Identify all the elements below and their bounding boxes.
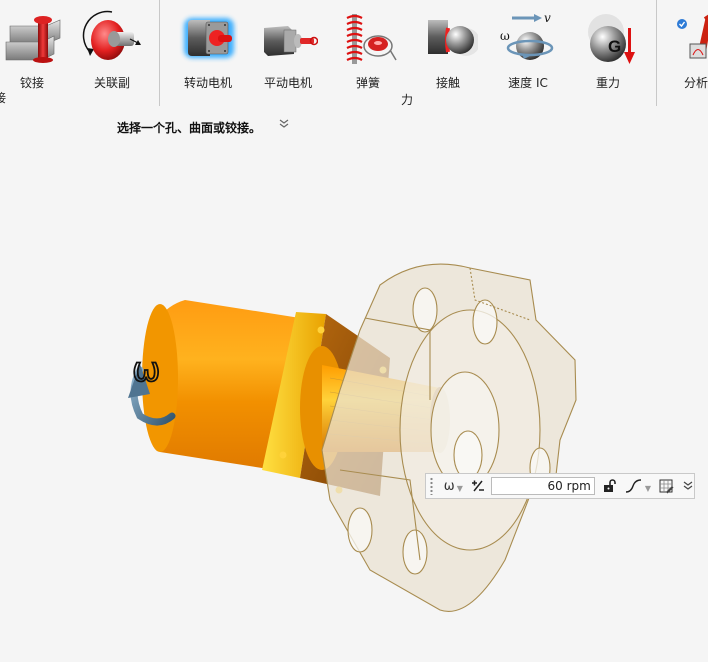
tool-label: 速度 IC (508, 76, 548, 90)
motor-mini-toolbar: ω ▼ ▼ (425, 473, 695, 499)
tool-label: 转动电机 (183, 76, 232, 90)
spring-icon (346, 14, 397, 64)
contact-icon (428, 20, 478, 56)
tool-label: 关联副 (93, 76, 130, 90)
caret-down-icon: ▼ (644, 483, 651, 493)
tool-pin-joint[interactable]: 铰接 (0, 0, 68, 100)
drag-handle[interactable] (430, 477, 436, 495)
check-badge-icon (677, 19, 687, 29)
group-separator (159, 0, 160, 106)
tool-initial-velocity[interactable]: v ω 速度 IC (492, 0, 564, 100)
tool-linear-motor[interactable]: 平动电机 (252, 0, 324, 100)
pin-joint-icon (5, 16, 61, 63)
tool-contact[interactable]: 接触 (412, 0, 484, 100)
tool-label: 重力 (595, 76, 620, 90)
tool-coupler[interactable]: 关联副 (76, 0, 148, 100)
ribbon-toolbar: 接 铰接 关联副 转动电机 平动电机 弹簧 力 接触 v ω 速度 IC G 重… (0, 0, 708, 110)
tool-label: 平动电机 (263, 76, 312, 90)
double-chevron-down-icon[interactable] (682, 480, 694, 492)
linear-motor-icon (264, 26, 318, 56)
reverse-direction-icon[interactable] (471, 479, 485, 493)
group-separator (656, 0, 657, 106)
svg-text:G: G (608, 37, 621, 56)
caret-down-icon[interactable]: ▼ (457, 484, 463, 493)
tool-gravity[interactable]: G 重力 (572, 0, 644, 100)
svg-text:v: v (544, 11, 551, 25)
omega-glyph: ω (132, 350, 160, 390)
tool-analysis[interactable]: 分析 (668, 0, 708, 100)
analysis-icon (677, 14, 708, 59)
table-edit-icon[interactable] (659, 479, 674, 494)
motor-type-dropdown[interactable]: ω (444, 479, 455, 494)
tool-label: 铰接 (19, 76, 44, 90)
flange-part[interactable] (321, 263, 577, 612)
coupler-icon (82, 10, 141, 60)
speed-input[interactable] (490, 477, 595, 495)
svg-text:ω: ω (500, 29, 510, 43)
tool-label: 弹簧 (355, 76, 380, 90)
tool-rotary-motor[interactable]: 转动电机 (172, 0, 244, 100)
unlock-icon[interactable] (603, 479, 617, 493)
selection-prompt: 选择一个孔、曲面或铰接。 (117, 121, 262, 135)
rotary-motor-icon (184, 18, 234, 58)
tool-label: 分析 (684, 76, 708, 90)
tool-spring[interactable]: 弹簧 (332, 0, 404, 100)
tool-label: 接触 (435, 76, 460, 90)
gravity-icon: G (588, 14, 635, 64)
curve-icon[interactable]: ▼ (625, 479, 651, 493)
model-viewport[interactable]: ω (0, 140, 708, 662)
double-chevron-down-icon[interactable] (278, 118, 290, 133)
initial-velocity-icon: v ω (500, 11, 554, 60)
